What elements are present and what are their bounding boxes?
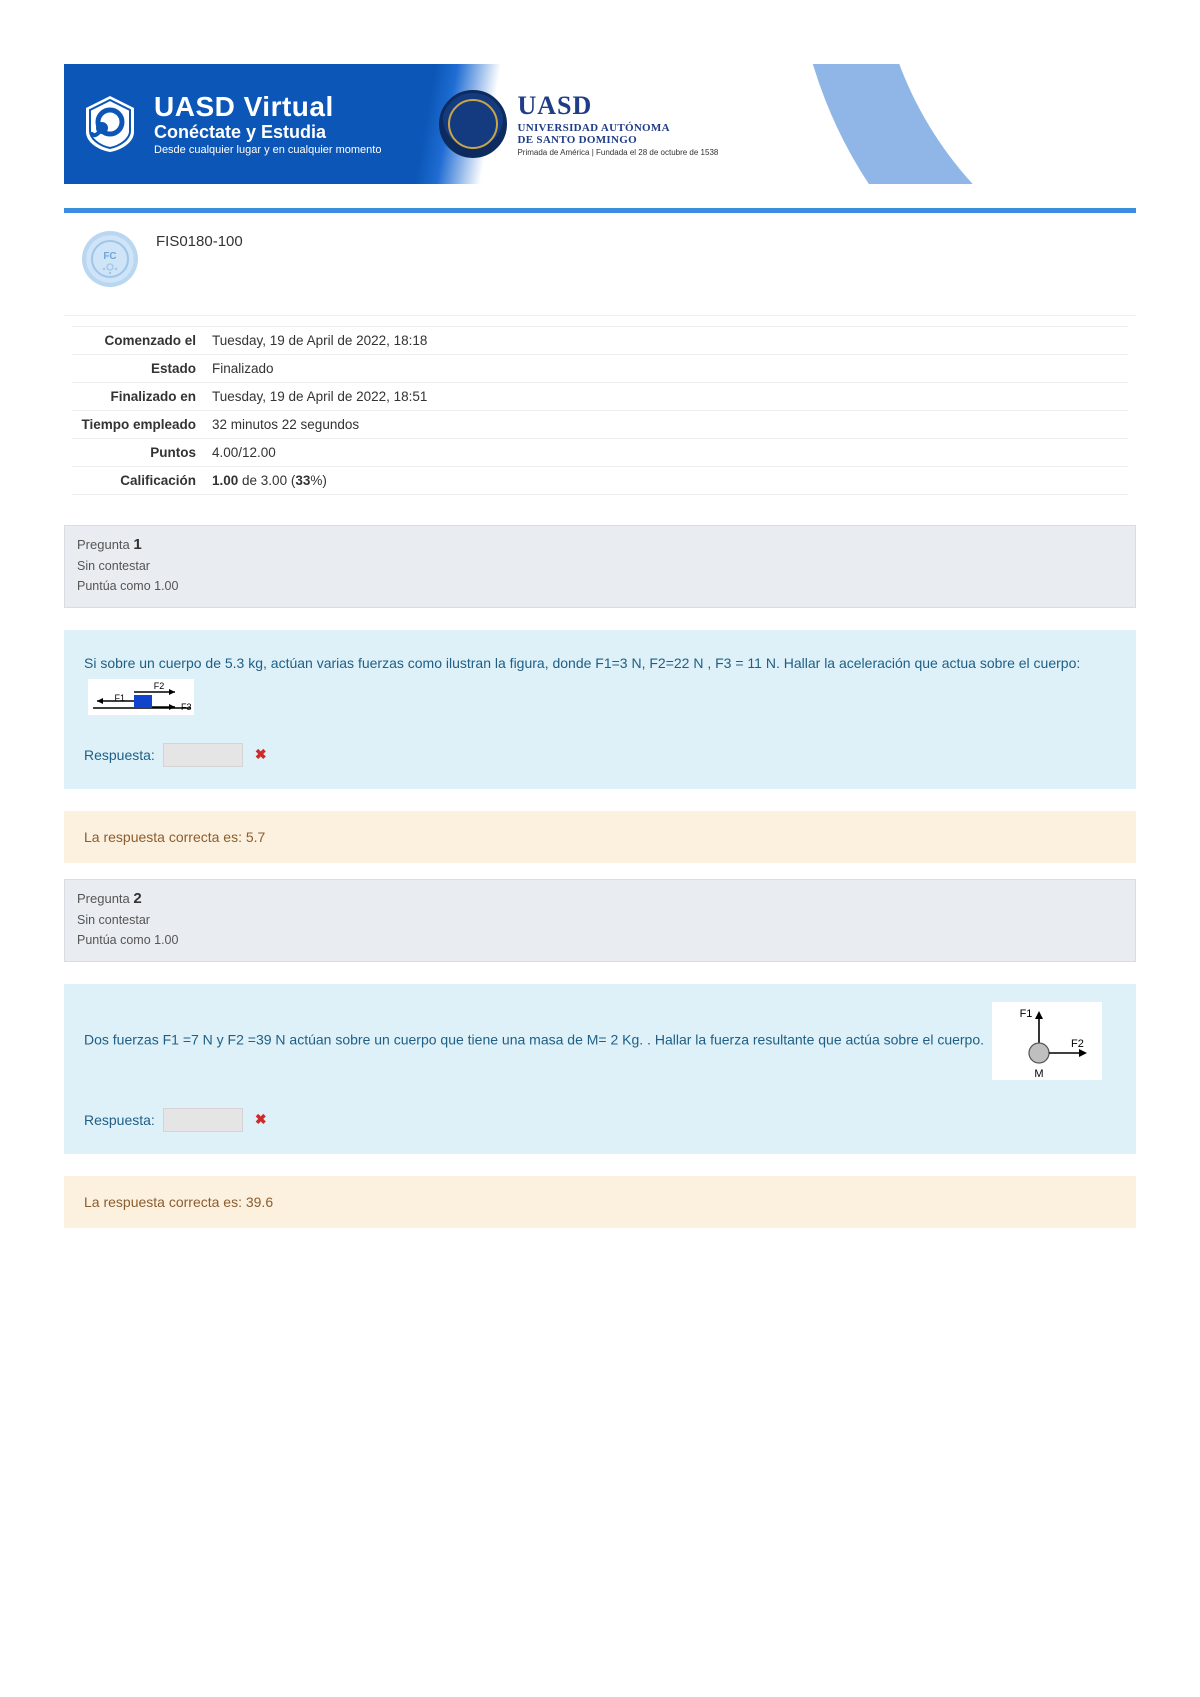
question-word: Pregunta	[77, 537, 130, 552]
brand-tagline: Desde cualquier lugar y en cualquier mom…	[154, 145, 381, 157]
grade-percent: 33	[295, 473, 310, 488]
course-header: FC FIS0180-100	[64, 213, 1136, 316]
summary-label: Tiempo empleado	[72, 411, 204, 438]
svg-text:F1: F1	[1020, 1008, 1033, 1020]
question-status: Sin contestar	[77, 913, 1123, 927]
attempt-summary: Comenzado el Tuesday, 19 de April de 202…	[64, 316, 1136, 509]
course-badge-icon: FC	[82, 231, 138, 287]
institution-name-2: DE SANTO DOMINGO	[517, 134, 718, 146]
quiz-card: FC FIS0180-100 Comenzado el Tuesday, 19 …	[64, 208, 1136, 1228]
question-number-line: Pregunta 2	[77, 890, 1123, 907]
brand-title: UASD Virtual	[154, 92, 381, 121]
summary-value: Finalizado	[204, 355, 282, 382]
summary-label: Puntos	[72, 439, 204, 466]
institution-block: UASD UNIVERSIDAD AUTÓNOMA DE SANTO DOMIN…	[439, 90, 718, 158]
brand-text: UASD Virtual Conéctate y Estudia Desde c…	[154, 92, 381, 157]
question-text: Dos fuerzas F1 =7 N y F2 =39 N actúan so…	[84, 1032, 984, 1048]
summary-value: Tuesday, 19 de April de 2022, 18:18	[204, 327, 435, 354]
brand-block: UASD Virtual Conéctate y Estudia Desde c…	[64, 92, 381, 157]
institution-acronym: UASD	[517, 91, 718, 121]
summary-value: Tuesday, 19 de April de 2022, 18:51	[204, 383, 435, 410]
institution-text: UASD UNIVERSIDAD AUTÓNOMA DE SANTO DOMIN…	[517, 91, 718, 157]
uasd-seal-icon	[439, 90, 507, 158]
question-info: Pregunta 1 Sin contestar Puntúa como 1.0…	[64, 525, 1136, 608]
question-info: Pregunta 2 Sin contestar Puntúa como 1.0…	[64, 879, 1136, 962]
svg-text:M: M	[1034, 1068, 1043, 1080]
answer-label: Respuesta:	[84, 1112, 155, 1128]
summary-row: Comenzado el Tuesday, 19 de April de 202…	[72, 326, 1128, 354]
answer-label: Respuesta:	[84, 747, 155, 763]
question-number: 2	[133, 890, 141, 907]
svg-text:F2: F2	[1071, 1038, 1084, 1050]
summary-value: 4.00/12.00	[204, 439, 284, 466]
incorrect-icon: ✖	[255, 1111, 267, 1128]
answer-input[interactable]	[163, 743, 243, 767]
brand-title-part-b: Virtual	[244, 91, 334, 122]
svg-text:FC: FC	[103, 251, 116, 262]
summary-row: Finalizado en Tuesday, 19 de April de 20…	[72, 382, 1128, 410]
svg-text:F2: F2	[154, 681, 165, 691]
summary-row: Tiempo empleado 32 minutos 22 segundos	[72, 410, 1128, 438]
summary-label: Estado	[72, 355, 204, 382]
question-feedback: La respuesta correcta es: 5.7	[64, 811, 1136, 863]
answer-input[interactable]	[163, 1108, 243, 1132]
summary-label: Comenzado el	[72, 327, 204, 354]
summary-label: Finalizado en	[72, 383, 204, 410]
brand-title-space	[235, 91, 243, 122]
summary-row: Estado Finalizado	[72, 354, 1128, 382]
question-body: Dos fuerzas F1 =7 N y F2 =39 N actúan so…	[64, 984, 1136, 1154]
question-figure-forces-icon: F1 M F2	[992, 1002, 1102, 1080]
brand-subtitle: Conéctate y Estudia	[154, 123, 381, 142]
uasd-virtual-logo-icon	[78, 92, 142, 156]
question-number: 1	[133, 536, 141, 553]
summary-value: 32 minutos 22 segundos	[204, 411, 367, 438]
question-number-line: Pregunta 1	[77, 536, 1123, 553]
institution-motto: Primada de América | Fundada el 28 de oc…	[517, 148, 718, 157]
question-word: Pregunta	[77, 891, 130, 906]
incorrect-icon: ✖	[255, 746, 267, 763]
grade-post: %)	[310, 473, 327, 488]
summary-row: Calificación 1.00 de 3.00 (33%)	[72, 466, 1128, 495]
grade-mid: de 3.00 (	[238, 473, 295, 488]
summary-row: Puntos 4.00/12.00	[72, 438, 1128, 466]
question-feedback: La respuesta correcta es: 39.6	[64, 1176, 1136, 1228]
svg-text:F3: F3	[181, 702, 192, 712]
question-body: Si sobre un cuerpo de 5.3 kg, actúan var…	[64, 630, 1136, 789]
question-status: Sin contestar	[77, 559, 1123, 573]
summary-label: Calificación	[72, 467, 204, 494]
brand-title-part-a: UASD	[154, 91, 235, 122]
answer-row: Respuesta: ✖	[84, 743, 1116, 767]
institution-name-1: UNIVERSIDAD AUTÓNOMA	[517, 122, 718, 134]
summary-value-grade: 1.00 de 3.00 (33%)	[204, 467, 335, 494]
question-marks: Puntúa como 1.00	[77, 579, 1123, 593]
answer-row: Respuesta: ✖	[84, 1108, 1116, 1132]
course-code: FIS0180-100	[156, 231, 243, 250]
grade-score: 1.00	[212, 473, 238, 488]
question-figure-forces-icon: F2 F1 F3	[88, 679, 194, 715]
question-marks: Puntúa como 1.00	[77, 933, 1123, 947]
question-text: Si sobre un cuerpo de 5.3 kg, actúan var…	[84, 655, 1080, 671]
site-banner: UASD Virtual Conéctate y Estudia Desde c…	[64, 64, 1136, 184]
